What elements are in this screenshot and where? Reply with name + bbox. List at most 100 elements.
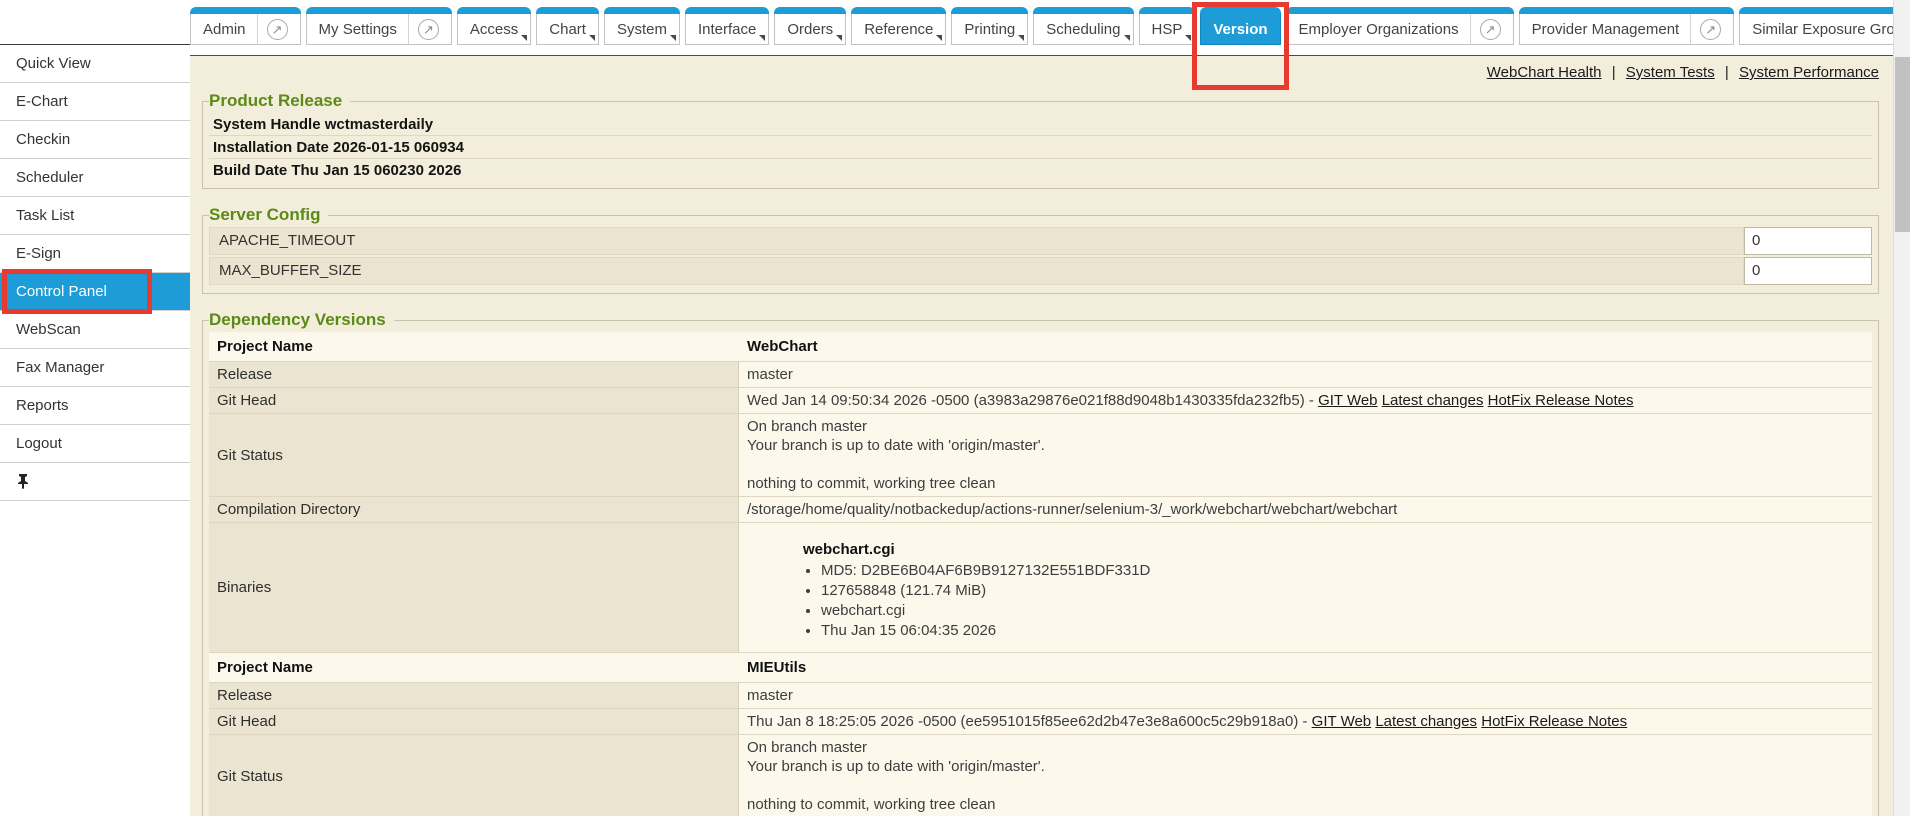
latest-changes-link[interactable]: Latest changes	[1382, 392, 1484, 409]
external-link-icon: ↗	[1480, 19, 1501, 40]
hotfix-release-notes-link[interactable]: HotFix Release Notes	[1481, 713, 1627, 730]
tab-system[interactable]: System	[604, 8, 680, 45]
git-web-link[interactable]: GIT Web	[1312, 713, 1371, 730]
sidebar-item-label: Fax Manager	[16, 359, 104, 376]
sidebar-item-e-chart[interactable]: E-Chart	[0, 83, 190, 121]
compilation-directory-value: /storage/home/quality/notbackedup/action…	[739, 497, 1872, 523]
tab-my-settings[interactable]: My Settings ↗	[306, 8, 452, 45]
git-head-text: Thu Jan 8 18:25:05 2026 -0500 (ee5951015…	[747, 713, 1308, 730]
latest-changes-link[interactable]: Latest changes	[1375, 713, 1477, 730]
sidebar-item-e-sign[interactable]: E-Sign	[0, 235, 190, 273]
hotfix-release-notes-link[interactable]: HotFix Release Notes	[1488, 392, 1634, 409]
tab-version[interactable]: Version	[1200, 8, 1280, 45]
tab-admin[interactable]: Admin ↗	[190, 8, 301, 45]
product-release-title: Product Release	[209, 91, 350, 111]
tab-orders[interactable]: Orders	[774, 8, 846, 45]
server-config-section: Server Config APACHE_TIMEOUT 0 MAX_BUFFE…	[202, 205, 1879, 294]
git-status-label: Git Status	[209, 414, 739, 497]
sidebar-item-label: Checkin	[16, 131, 70, 148]
sidebar-item-label: E-Chart	[16, 93, 68, 110]
git-status-line: On branch master	[747, 738, 1864, 757]
dropdown-caret-icon: System	[605, 14, 679, 44]
tab-employer-organizations[interactable]: Employer Organizations ↗	[1286, 8, 1514, 45]
sidebar-item-label: Task List	[16, 207, 74, 224]
git-status-line: nothing to commit, working tree clean	[747, 474, 1864, 493]
config-value-field[interactable]: 0	[1744, 227, 1872, 255]
pushpin-icon	[16, 473, 30, 489]
release-label: Release	[209, 362, 739, 388]
tab-top-strip	[1286, 7, 1514, 14]
config-row: MAX_BUFFER_SIZE 0	[209, 257, 1872, 285]
tab-printing[interactable]: Printing	[951, 8, 1028, 45]
git-web-link[interactable]: GIT Web	[1318, 392, 1377, 409]
external-link-segment[interactable]: ↗	[257, 14, 288, 44]
tab-top-strip	[774, 7, 846, 14]
sidebar-item-scheduler[interactable]: Scheduler	[0, 159, 190, 197]
git-status-value: On branch master Your branch is up to da…	[739, 414, 1872, 497]
external-link-segment[interactable]: ↗	[1470, 14, 1501, 44]
tab-label: Provider Management	[1532, 21, 1680, 38]
tab-hsp[interactable]: HSP	[1139, 8, 1196, 45]
sidebar-item-webscan[interactable]: WebScan	[0, 311, 190, 349]
link-system-performance[interactable]: System Performance	[1739, 64, 1879, 81]
tab-scheduling[interactable]: Scheduling	[1033, 8, 1133, 45]
installation-date-row: Installation Date 2026-01-15 060934	[209, 136, 1872, 159]
link-system-tests[interactable]: System Tests	[1626, 64, 1715, 81]
sidebar-item-quick-view[interactable]: Quick View	[0, 45, 190, 83]
binary-size: 127658848 (121.74 MiB)	[821, 581, 1864, 600]
tab-provider-management[interactable]: Provider Management ↗	[1519, 8, 1735, 45]
tab-similar-exposure-groups[interactable]: Similar Exposure Groups (SEGs) ↗	[1739, 8, 1910, 45]
sidebar-item-task-list[interactable]: Task List	[0, 197, 190, 235]
tab-top-strip	[604, 7, 680, 14]
sidebar-item-control-panel[interactable]: Control Panel	[0, 273, 190, 311]
sidebar-item-label: Reports	[16, 397, 69, 414]
tab-top-strip	[1033, 7, 1133, 14]
release-label: Release	[209, 683, 739, 709]
sidebar-item-logout[interactable]: Logout	[0, 425, 190, 463]
sidebar-item-checkin[interactable]: Checkin	[0, 121, 190, 159]
sidebar-item-label: Quick View	[16, 55, 91, 72]
vertical-scrollbar[interactable]	[1893, 0, 1910, 816]
tab-top-strip	[851, 7, 946, 14]
external-link-icon: ↗	[1700, 19, 1721, 40]
system-handle-row: System Handle wctmasterdaily	[209, 113, 1872, 136]
binaries-value: webchart.cgi MD5: D2BE6B04AF6B9B9127132E…	[739, 523, 1872, 653]
dropdown-caret-icon: HSP	[1140, 14, 1195, 44]
release-value: master	[739, 683, 1872, 709]
annotation-box-version	[1192, 2, 1288, 90]
git-head-value: Wed Jan 14 09:50:34 2026 -0500 (a3983a29…	[739, 388, 1872, 414]
tab-interface[interactable]: Interface	[685, 8, 769, 45]
tab-access[interactable]: Access	[457, 8, 531, 45]
git-status-line: Your branch is up to date with 'origin/m…	[747, 757, 1864, 776]
tab-label: HSP	[1152, 21, 1183, 38]
sidebar-item-reports[interactable]: Reports	[0, 387, 190, 425]
link-webchart-health[interactable]: WebChart Health	[1487, 64, 1602, 81]
tab-reference[interactable]: Reference	[851, 8, 946, 45]
server-config-title: Server Config	[209, 205, 328, 225]
sidebar-item-label: E-Sign	[16, 245, 61, 262]
dropdown-caret-icon: Access	[458, 14, 530, 44]
main-content: WebChart Health | System Tests | System …	[190, 55, 1893, 816]
binaries-label: Binaries	[209, 523, 739, 653]
sidebar-nav: Quick View E-Chart Checkin Scheduler Tas…	[0, 44, 190, 501]
tab-top-strip	[1739, 7, 1910, 14]
dropdown-caret-icon: Orders	[775, 14, 845, 44]
config-value-field[interactable]: 0	[1744, 257, 1872, 285]
tab-label: System	[617, 21, 667, 38]
scrollbar-thumb[interactable]	[1895, 57, 1910, 232]
product-release-section: Product Release System Handle wctmasterd…	[202, 91, 1879, 189]
project-name-header: Project Name	[209, 332, 739, 362]
dependency-versions-section: Dependency Versions Project Name WebChar…	[202, 310, 1879, 816]
external-link-segment[interactable]: ↗	[1690, 14, 1721, 44]
external-link-segment[interactable]: ↗	[408, 14, 439, 44]
git-status-value: On branch master Your branch is up to da…	[739, 735, 1872, 816]
sidebar-item-fax-manager[interactable]: Fax Manager	[0, 349, 190, 387]
tab-top-strip	[190, 7, 301, 14]
sidebar-pin-toggle[interactable]	[0, 463, 190, 501]
sidebar-item-label: Logout	[16, 435, 62, 452]
git-status-line: On branch master	[747, 417, 1864, 436]
git-head-label: Git Head	[209, 388, 739, 414]
tab-top-strip	[685, 7, 769, 14]
binary-title: webchart.cgi	[803, 540, 1864, 559]
tab-chart[interactable]: Chart	[536, 8, 599, 45]
